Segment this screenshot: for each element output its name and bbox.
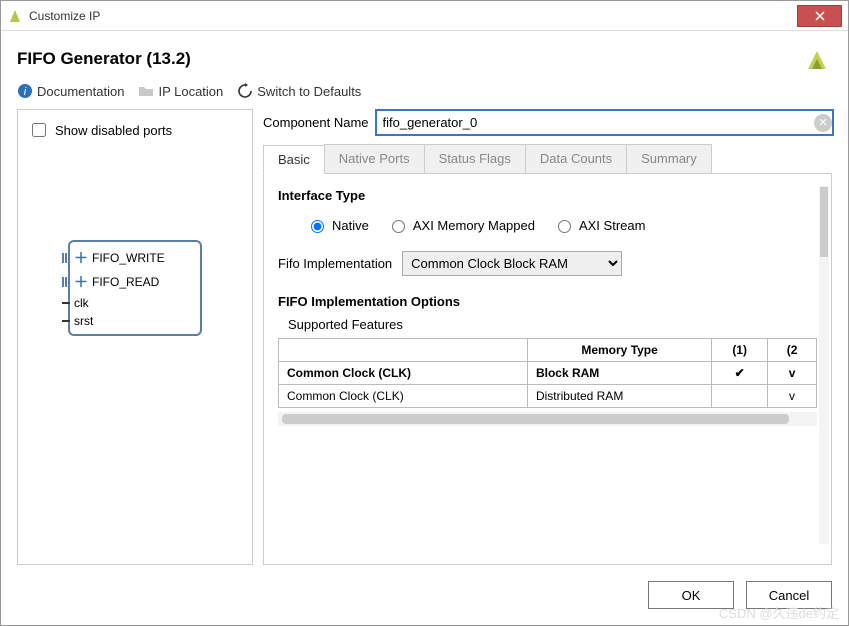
implementation-table: Memory Type (1) (2 Common Clock (CLK) Bl… (278, 338, 817, 408)
radio-axi-memory-mapped[interactable]: AXI Memory Mapped (387, 217, 535, 233)
table-row[interactable]: Common Clock (CLK) Distributed RAM v (279, 385, 817, 408)
show-disabled-ports-checkbox[interactable]: Show disabled ports (28, 120, 242, 140)
page-title: FIFO Generator (13.2) (17, 49, 802, 69)
switch-defaults-link[interactable]: Switch to Defaults (237, 83, 361, 99)
right-panel: Component Name ✕ Basic Native Ports Stat… (263, 109, 832, 565)
refresh-icon (237, 83, 253, 99)
fifo-implementation-label: Fifo Implementation (278, 256, 392, 271)
fifo-implementation-select[interactable]: Common Clock Block RAM (402, 251, 622, 276)
port-clk: clk (76, 296, 190, 310)
tab-native-ports[interactable]: Native Ports (324, 144, 425, 173)
window-titlebar: Customize IP (1, 1, 848, 31)
port-srst: srst (76, 314, 190, 328)
vendor-logo-icon (802, 47, 832, 71)
close-button[interactable] (797, 5, 842, 27)
component-name-label: Component Name (263, 115, 369, 130)
component-name-input[interactable] (375, 109, 835, 136)
documentation-link[interactable]: i Documentation (17, 83, 124, 99)
table-header-row: Memory Type (1) (2 (279, 339, 817, 362)
tab-basic[interactable]: Basic (263, 145, 325, 174)
window-title: Customize IP (29, 9, 100, 23)
tab-data-counts[interactable]: Data Counts (525, 144, 627, 173)
vertical-scrollbar[interactable] (819, 186, 829, 544)
ip-location-link[interactable]: IP Location (138, 83, 223, 99)
close-icon (815, 11, 825, 21)
folder-icon (138, 83, 154, 99)
radio-axi-stream[interactable]: AXI Stream (553, 217, 645, 233)
info-icon: i (17, 83, 33, 99)
tab-status-flags[interactable]: Status Flags (424, 144, 526, 173)
supported-features-label: Supported Features (278, 317, 817, 332)
watermark: CSDN @久违de约定 (719, 603, 839, 622)
expand-icon: ＋ (74, 272, 88, 292)
expand-icon: ＋ (74, 248, 88, 268)
tab-summary[interactable]: Summary (626, 144, 712, 173)
ip-block-diagram: ＋ FIFO_WRITE ＋ FIFO_READ clk srst (68, 240, 202, 336)
port-fifo-read[interactable]: ＋ FIFO_READ (76, 272, 190, 292)
toolbar: i Documentation IP Location Switch to De… (17, 83, 832, 99)
app-icon (7, 8, 23, 24)
interface-type-label: Interface Type (278, 188, 817, 203)
clear-icon[interactable]: ✕ (814, 114, 832, 132)
port-fifo-write[interactable]: ＋ FIFO_WRITE (76, 248, 190, 268)
tab-panel-basic: Interface Type Native AXI Memory Mapped … (263, 174, 832, 565)
table-row[interactable]: Common Clock (CLK) Block RAM ✔ v (279, 362, 817, 385)
radio-native[interactable]: Native (306, 217, 369, 233)
horizontal-scrollbar[interactable] (278, 412, 817, 426)
left-panel: Show disabled ports ＋ FIFO_WRITE ＋ FIFO_… (17, 109, 253, 565)
fifo-options-title: FIFO Implementation Options (278, 294, 817, 309)
tabs: Basic Native Ports Status Flags Data Cou… (263, 144, 832, 174)
